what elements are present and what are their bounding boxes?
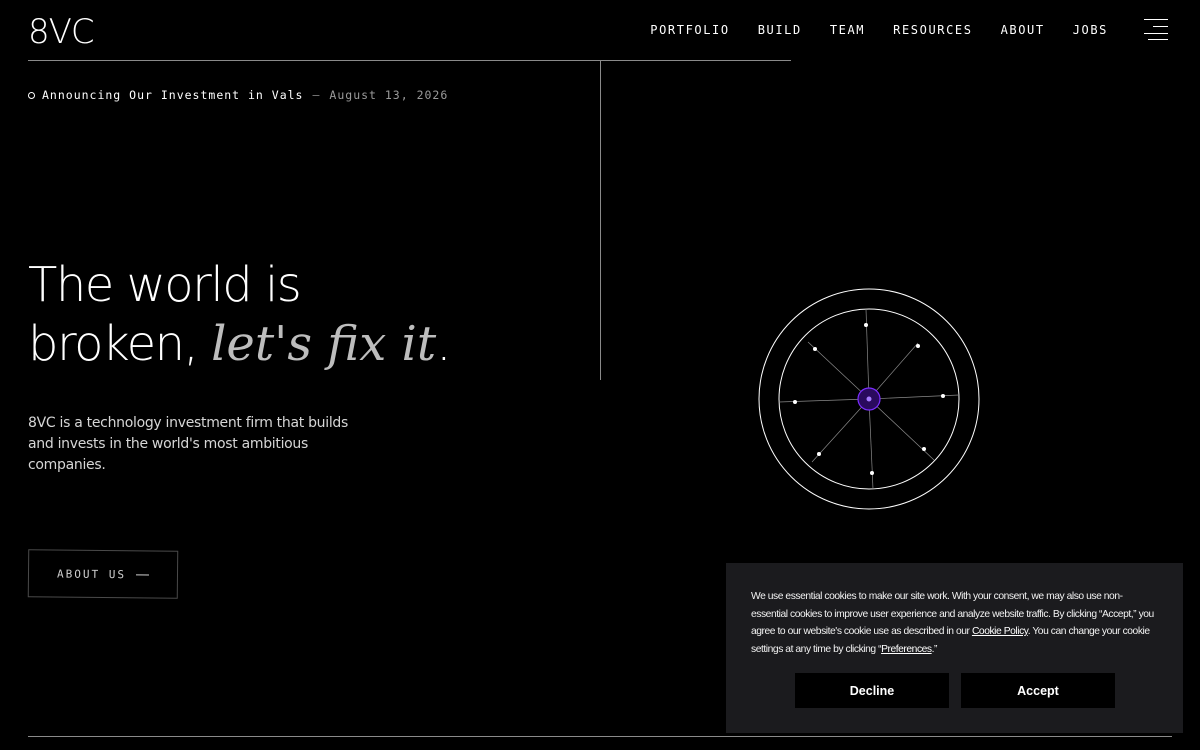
announcement-link[interactable]: Announcing Our Investment in Vals [42, 88, 303, 102]
nav-build[interactable]: BUILD [758, 22, 802, 38]
about-us-button[interactable]: ABOUT US [27, 549, 179, 599]
main-nav: PORTFOLIO BUILD TEAM RESOURCES ABOUT JOB… [650, 22, 1108, 38]
header-divider [28, 60, 791, 61]
nav-resources[interactable]: RESOURCES [893, 22, 972, 38]
announcement-dot-icon [28, 91, 35, 99]
nav-jobs[interactable]: JOBS [1073, 22, 1108, 38]
arrow-right-icon [135, 573, 149, 575]
headline-period: . [436, 316, 451, 372]
cookie-text: We use essential cookies to make our sit… [751, 588, 1158, 658]
announcement-bar: Announcing Our Investment in Vals — Augu… [28, 88, 448, 102]
hero-description: 8VC is a technology investment firm that… [28, 415, 348, 473]
logo-8vc[interactable]: 8VC [28, 12, 95, 52]
announcement-separator: — [312, 88, 321, 102]
cookie-policy-link[interactable]: Cookie Policy [972, 626, 1028, 637]
nav-team[interactable]: TEAM [830, 22, 865, 38]
menu-icon[interactable] [1144, 19, 1168, 41]
hero-headline: The world is broken, let's fix it. [28, 256, 451, 374]
cookie-buttons: Decline Accept [795, 673, 1115, 708]
accept-button[interactable]: Accept [961, 673, 1115, 708]
about-us-label: ABOUT US [56, 567, 127, 581]
nav-about[interactable]: ABOUT [1001, 22, 1045, 38]
nav-portfolio[interactable]: PORTFOLIO [650, 22, 729, 38]
headline-italic: let's fix it [211, 316, 437, 372]
footer-divider [28, 736, 1172, 737]
announcement-date: August 13, 2026 [329, 88, 449, 102]
vertical-divider [600, 61, 601, 380]
network-wheel-graphic [758, 288, 980, 510]
headline-line-1: The world is [28, 257, 302, 313]
cookie-banner: We use essential cookies to make our sit… [726, 563, 1183, 733]
headline-line-2: broken, [28, 316, 212, 372]
cookie-text-part-3: .” [931, 643, 938, 655]
decline-button[interactable]: Decline [795, 673, 949, 708]
wheel-hub-core [866, 396, 872, 402]
preferences-link[interactable]: Preferences [881, 644, 932, 655]
